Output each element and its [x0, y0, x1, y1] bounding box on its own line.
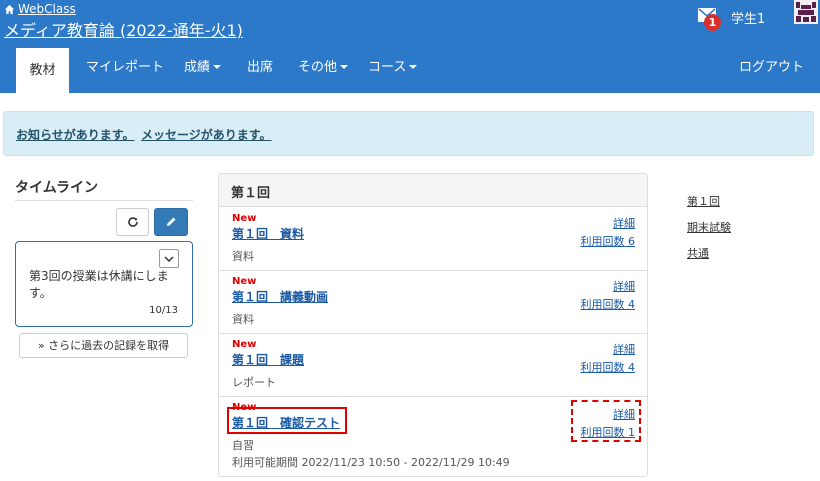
new-badge: New	[232, 213, 257, 224]
usage-count-link[interactable]: 利用回数 4	[581, 359, 636, 375]
nav-tab-course[interactable]: コース	[368, 42, 418, 93]
material-title-link[interactable]: 第１回 資料	[232, 225, 304, 242]
divider	[15, 200, 193, 201]
nav-tab-attendance[interactable]: 出席	[247, 42, 273, 93]
highlight-box	[571, 400, 641, 442]
avatar[interactable]	[794, 0, 818, 24]
material-type: レポート	[232, 376, 276, 389]
material-item: New 第１回 講義動画 資料 詳細 利用回数 4	[219, 271, 647, 334]
mail-count-badge: 1	[704, 14, 721, 31]
materials-panel: 第１回 New 第１回 資料 資料 詳細 利用回数 6 New 第１回 講義動画…	[218, 173, 648, 477]
detail-link[interactable]: 詳細	[613, 215, 635, 231]
new-badge: New	[232, 276, 257, 287]
nav-tab-materials[interactable]: 教材	[16, 48, 69, 93]
notice-alert: お知らせがあります。 メッセージがあります。	[3, 111, 814, 156]
new-badge: New	[232, 339, 257, 350]
material-type: 資料	[232, 250, 254, 263]
availability-period: 利用可能期間 2022/11/23 10:50 - 2022/11/29 10:…	[232, 456, 510, 469]
avatar-icon	[794, 0, 818, 24]
detail-link[interactable]: 詳細	[613, 341, 635, 357]
timeline-entry: 第3回の授業は休講にします。 10/13	[15, 241, 193, 327]
home-icon	[4, 4, 15, 14]
load-more-button[interactable]: » さらに過去の記録を取得	[19, 333, 188, 358]
expand-toggle[interactable]	[159, 249, 179, 268]
nav-tab-label: その他	[298, 60, 338, 75]
nav-tab-other[interactable]: その他	[298, 42, 349, 93]
nav-tab-grades[interactable]: 成績	[184, 42, 222, 93]
info-notice-link[interactable]: お知らせがあります。	[16, 126, 135, 143]
nav-tab-label: 教材	[29, 63, 56, 78]
home-link-label[interactable]: WebClass	[18, 2, 76, 16]
user-name[interactable]: 学生1	[731, 8, 765, 27]
timeline-heading: タイムライン	[15, 180, 99, 196]
chevron-down-icon	[340, 64, 349, 69]
nav-tab-label: マイレポート	[86, 60, 165, 75]
nav-tab-label: コース	[368, 60, 407, 75]
nav-tab-label: 成績	[184, 60, 211, 75]
material-type: 自習	[232, 439, 254, 452]
chevron-down-icon	[409, 64, 418, 69]
material-type: 資料	[232, 313, 254, 326]
detail-link[interactable]: 詳細	[613, 278, 635, 294]
material-item: New 第１回 課題 レポート 詳細 利用回数 4	[219, 334, 647, 397]
section-link[interactable]: 共通	[687, 245, 731, 261]
nav-tab-label: 出席	[247, 60, 274, 75]
panel-header: 第１回	[219, 174, 647, 207]
material-item: New 第１回 資料 資料 詳細 利用回数 6	[219, 208, 647, 271]
header-bar: WebClass メディア教育論 (2022-通年-火1) 1 学生1	[0, 0, 820, 42]
course-title[interactable]: メディア教育論 (2022-通年-火1)	[4, 17, 243, 41]
refresh-button[interactable]	[116, 208, 149, 236]
highlight-box	[227, 407, 347, 434]
refresh-icon	[127, 217, 138, 227]
usage-count-link[interactable]: 利用回数 4	[581, 296, 636, 312]
message-notice-link[interactable]: メッセージがあります。	[141, 126, 272, 143]
mail-button[interactable]: 1	[698, 8, 728, 31]
timeline-entry-date: 10/13	[149, 305, 178, 316]
material-item: New 第１回 確認テスト 自習 利用可能期間 2022/11/23 10:50…	[219, 397, 647, 477]
timeline-entry-text: 第3回の授業は休講にします。	[29, 269, 169, 300]
panel-title: 第１回	[231, 186, 271, 201]
chevron-down-icon	[213, 64, 222, 69]
pencil-icon	[167, 217, 176, 226]
material-title-link[interactable]: 第１回 講義動画	[232, 288, 328, 305]
material-title-link[interactable]: 第１回 課題	[232, 351, 304, 368]
edit-button[interactable]	[154, 208, 188, 236]
section-link[interactable]: 第１回	[687, 193, 731, 209]
section-links: 第１回 期末試験 共通	[687, 193, 731, 271]
logout-link[interactable]: ログアウト	[739, 42, 804, 93]
main-nav: 教材 マイレポート 成績 出席 その他 コース ログアウト	[0, 42, 820, 93]
section-link[interactable]: 期末試験	[687, 219, 731, 235]
usage-count-link[interactable]: 利用回数 6	[581, 233, 636, 249]
nav-tab-my-reports[interactable]: マイレポート	[86, 42, 164, 93]
chevron-down-icon	[164, 255, 174, 262]
home-link[interactable]: WebClass	[4, 2, 76, 16]
